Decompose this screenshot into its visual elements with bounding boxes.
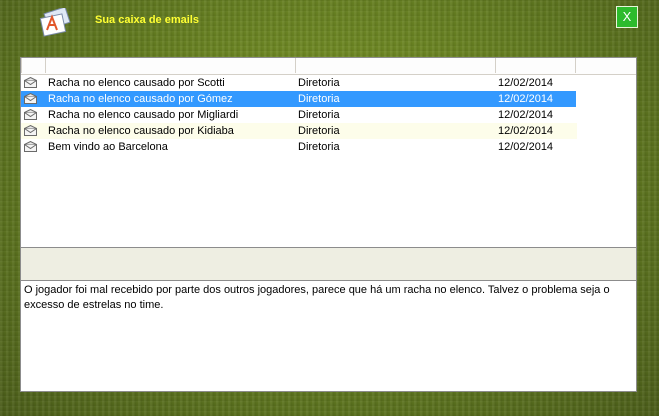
column-header-end[interactable] bbox=[575, 58, 576, 73]
app-mail-icon bbox=[38, 6, 72, 38]
email-subject: Racha no elenco causado por Scotti bbox=[48, 77, 225, 89]
column-header-sender[interactable] bbox=[295, 58, 296, 73]
column-header-date[interactable] bbox=[495, 58, 496, 73]
email-row[interactable]: Bem vindo ao Barcelona Diretoria 12/02/201… bbox=[21, 139, 577, 155]
envelope-icon bbox=[24, 108, 37, 123]
envelope-icon bbox=[24, 76, 37, 91]
email-row[interactable]: Racha no elenco causado por Gómez Diretor… bbox=[21, 91, 576, 107]
envelope-icon bbox=[24, 92, 37, 107]
email-date: 12/02/2014 bbox=[498, 141, 554, 153]
column-header-icon[interactable] bbox=[21, 58, 22, 73]
email-date: 12/02/2014 bbox=[498, 93, 554, 105]
email-date: 12/02/2014 bbox=[498, 125, 554, 137]
email-date: 12/02/2014 bbox=[498, 109, 554, 121]
email-row[interactable]: Racha no elenco causado por Scotti Direto… bbox=[21, 75, 577, 91]
email-sender: Diretoria bbox=[298, 93, 340, 105]
window-title: Sua caixa de emails bbox=[95, 14, 199, 26]
email-sender: Diretoria bbox=[298, 77, 340, 89]
email-subject: Bem vindo ao Barcelona bbox=[48, 141, 168, 153]
column-header-subject[interactable] bbox=[45, 58, 46, 73]
list-header bbox=[21, 58, 636, 75]
close-button[interactable]: X bbox=[616, 6, 638, 28]
email-subject: Racha no elenco causado por Kidiaba bbox=[48, 125, 234, 137]
email-row[interactable]: Racha no elenco causado por Kidiaba Diret… bbox=[21, 123, 577, 139]
email-list: Racha no elenco causado por Scotti Direto… bbox=[20, 57, 637, 248]
email-sender: Diretoria bbox=[298, 125, 340, 137]
email-subject: Racha no elenco causado por Gómez bbox=[48, 93, 233, 105]
email-sender: Diretoria bbox=[298, 109, 340, 121]
message-body: O jogador foi mal recebido por parte dos… bbox=[20, 280, 637, 392]
envelope-icon bbox=[24, 124, 37, 139]
envelope-icon bbox=[24, 140, 37, 155]
email-date: 12/02/2014 bbox=[498, 77, 554, 89]
email-sender: Diretoria bbox=[298, 141, 340, 153]
message-divider-bar bbox=[20, 248, 637, 280]
email-subject: Racha no elenco causado por Migliardi bbox=[48, 109, 239, 121]
email-row[interactable]: Racha no elenco causado por Migliardi Dir… bbox=[21, 107, 577, 123]
